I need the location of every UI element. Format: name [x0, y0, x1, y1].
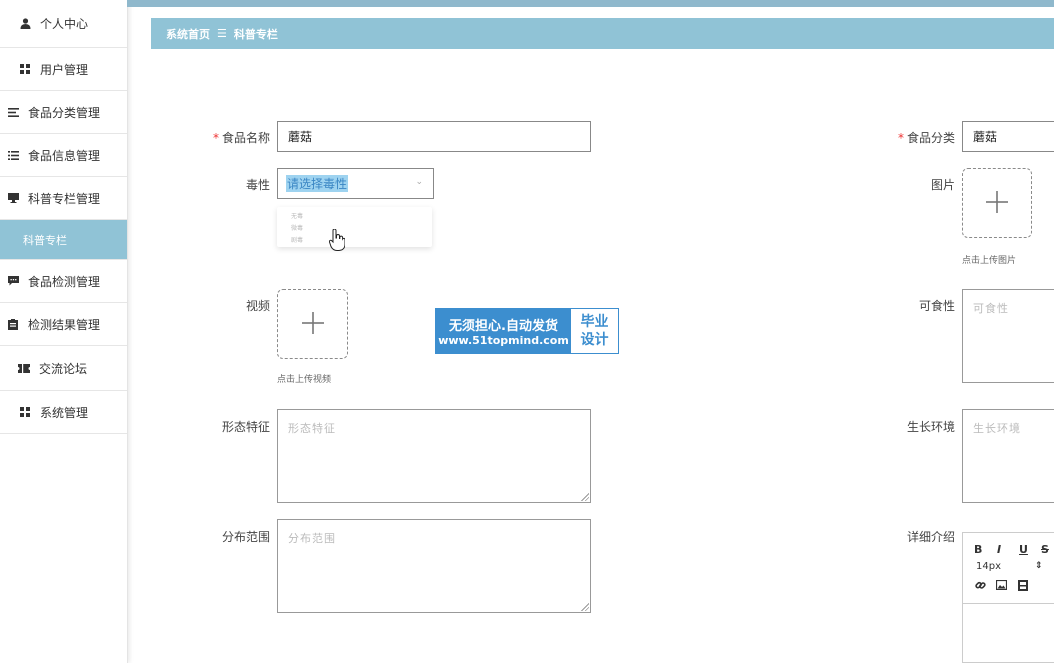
- morphology-textarea[interactable]: 形态特征: [277, 409, 591, 503]
- food-category-label: * 食品分类: [897, 131, 955, 145]
- plus-icon: [986, 190, 1008, 216]
- top-bar: [127, 0, 1054, 7]
- link-icon[interactable]: [975, 580, 986, 594]
- bold-button[interactable]: B: [974, 543, 982, 556]
- distribution-label: 分布范围: [221, 530, 270, 544]
- watermark-badge: 无须担心.自动发货 www.51topmind.com 毕业 设计: [435, 308, 619, 354]
- video-upload-box[interactable]: [277, 289, 348, 359]
- sidebar-item-food-testing[interactable]: 食品检测管理: [0, 260, 127, 303]
- chevron-down-icon: ⌄: [415, 177, 423, 187]
- food-category-input[interactable]: 蘑菇: [962, 121, 1054, 152]
- breadcrumb-separator-icon: ☰: [217, 27, 227, 40]
- sidebar-item-system-management[interactable]: 系统管理: [0, 391, 127, 434]
- sidebar-item-user-management[interactable]: 用户管理: [0, 48, 127, 91]
- hand-cursor-icon: [328, 228, 346, 254]
- edibility-label: 可食性: [918, 299, 955, 313]
- sidebar-item-label: 食品信息管理: [28, 148, 101, 163]
- video-upload-tip: 点击上传视频: [277, 375, 332, 385]
- dropdown-option[interactable]: 无毒: [291, 211, 303, 220]
- sidebar-item-label: 食品检测管理: [28, 274, 101, 289]
- video-label: 视频: [245, 299, 270, 313]
- sidebar-item-science-column-management[interactable]: 科普专栏管理: [0, 177, 127, 220]
- habitat-label: 生长环境: [906, 420, 955, 434]
- toxicity-select-placeholder: 请选择毒性: [286, 175, 349, 192]
- italic-button[interactable]: I: [997, 543, 1001, 556]
- list-icon: [6, 105, 20, 119]
- strike-button[interactable]: S: [1041, 543, 1049, 556]
- monitor-icon: [6, 191, 20, 205]
- sidebar-item-food-category[interactable]: 食品分类管理: [0, 91, 127, 134]
- toxicity-label: 毒性: [245, 178, 270, 192]
- detail-label: 详细介绍: [906, 530, 955, 544]
- toxicity-dropdown: 无毒 微毒 剧毒: [277, 207, 432, 251]
- editor-toolbar: B I U S 14px ⇕: [963, 533, 1054, 604]
- image-label: 图片: [930, 178, 955, 192]
- morphology-label: 形态特征: [221, 420, 270, 434]
- edibility-textarea[interactable]: 可食性: [962, 289, 1054, 383]
- image-icon[interactable]: [995, 579, 1008, 593]
- image-upload-box[interactable]: [962, 168, 1032, 238]
- dropdown-option[interactable]: 剧毒: [291, 235, 303, 244]
- font-size-select[interactable]: 14px: [976, 561, 1001, 572]
- breadcrumb-current: 科普专栏: [233, 27, 278, 41]
- breadcrumb: 系统首页 ☰ 科普专栏: [151, 18, 1054, 49]
- plus-icon: [301, 311, 324, 337]
- breadcrumb-home[interactable]: 系统首页: [166, 26, 210, 42]
- underline-button[interactable]: U: [1019, 543, 1028, 556]
- list-icon: [6, 148, 20, 162]
- sidebar-item-personal-center[interactable]: 个人中心: [0, 0, 127, 48]
- dropdown-option[interactable]: 微毒: [291, 223, 303, 232]
- sidebar-item-science-column[interactable]: 科普专栏: [0, 220, 127, 260]
- grid-icon: [18, 405, 32, 419]
- sidebar-item-label: 科普专栏: [23, 233, 67, 247]
- food-name-label: * 食品名称: [212, 131, 270, 145]
- rich-text-editor: B I U S 14px ⇕: [962, 532, 1054, 663]
- user-icon: [18, 17, 32, 31]
- sidebar-item-label: 系统管理: [40, 405, 89, 420]
- sidebar-item-label: 检测结果管理: [28, 317, 101, 332]
- sidebar: 个人中心 用户管理 食品分类管理 食品信息管理 科普专栏管理 科普专栏 食品检测…: [0, 0, 128, 663]
- sidebar-item-label: 个人中心: [40, 17, 89, 31]
- food-name-input[interactable]: 蘑菇: [277, 121, 591, 152]
- distribution-textarea[interactable]: 分布范围: [277, 519, 591, 613]
- sidebar-item-test-results[interactable]: 检测结果管理: [0, 303, 127, 346]
- grid-icon: [18, 62, 32, 76]
- sidebar-item-label: 交流论坛: [39, 361, 88, 376]
- resize-handle-icon[interactable]: [581, 493, 589, 501]
- toxicity-select[interactable]: 请选择毒性 ⌄: [277, 168, 434, 199]
- sidebar-item-food-info[interactable]: 食品信息管理: [0, 134, 127, 177]
- select-arrows-icon: ⇕: [1035, 561, 1043, 571]
- ticket-icon: [17, 361, 31, 375]
- document-icon: [6, 317, 20, 331]
- sidebar-item-label: 用户管理: [40, 62, 89, 77]
- chat-icon: [6, 274, 20, 288]
- sidebar-item-label: 食品分类管理: [28, 105, 101, 120]
- video-icon[interactable]: [1018, 580, 1028, 594]
- sidebar-item-label: 科普专栏管理: [28, 191, 101, 206]
- image-upload-tip: 点击上传图片: [962, 256, 1017, 266]
- habitat-textarea[interactable]: 生长环境: [962, 409, 1054, 503]
- sidebar-item-forum[interactable]: 交流论坛: [0, 346, 127, 391]
- resize-handle-icon[interactable]: [581, 603, 589, 611]
